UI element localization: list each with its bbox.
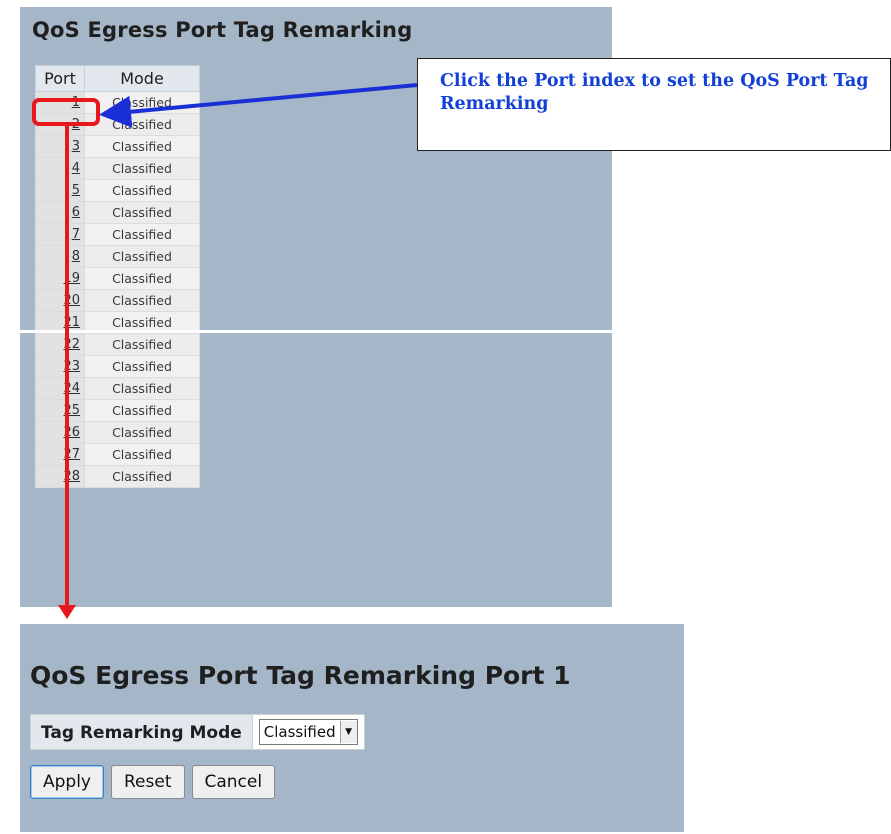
table-row: 5 Classified bbox=[35, 179, 200, 202]
table-row: 26 Classified bbox=[35, 421, 200, 444]
table-row: 19 Classified bbox=[35, 267, 200, 290]
reset-button[interactable]: Reset bbox=[111, 765, 185, 799]
port-cell: 27 bbox=[35, 443, 85, 466]
port-link[interactable]: 23 bbox=[63, 359, 80, 374]
mode-cell: Classified bbox=[84, 465, 200, 488]
port-link[interactable]: 27 bbox=[63, 447, 80, 462]
port-cell: 22 bbox=[35, 333, 85, 356]
page-title: QoS Egress Port Tag Remarking bbox=[32, 18, 413, 42]
table-row: 4 Classified bbox=[35, 157, 200, 180]
port-link[interactable]: 6 bbox=[72, 205, 80, 220]
port-link[interactable]: 4 bbox=[72, 161, 80, 176]
button-row: Apply Reset Cancel bbox=[30, 765, 276, 799]
port-link[interactable]: 21 bbox=[63, 315, 80, 330]
port-mode-table: Port Mode 1 Classified 2 Classified 3 Classif… bbox=[35, 65, 200, 488]
port-link[interactable]: 26 bbox=[63, 425, 80, 440]
port-link[interactable]: 8 bbox=[72, 249, 80, 264]
table-row: 8 Classified bbox=[35, 245, 200, 268]
port-1-detail-panel: QoS Egress Port Tag Remarking Port 1 Tag… bbox=[20, 624, 684, 832]
cut-divider bbox=[20, 330, 612, 333]
tag-remarking-mode-label: Tag Remarking Mode bbox=[30, 714, 253, 750]
mode-cell: Classified bbox=[84, 333, 200, 356]
port-link[interactable]: 20 bbox=[63, 293, 80, 308]
mode-cell: Classified bbox=[84, 113, 200, 136]
port-link[interactable]: 24 bbox=[63, 381, 80, 396]
port-link[interactable]: 5 bbox=[72, 183, 80, 198]
column-header-port: Port bbox=[35, 65, 85, 92]
select-value: Classified bbox=[263, 723, 336, 741]
callout-text: Click the Port index to set the QoS Port… bbox=[440, 71, 869, 114]
port-cell: 20 bbox=[35, 289, 85, 312]
mode-cell: Classified bbox=[84, 443, 200, 466]
mode-cell: Classified bbox=[84, 355, 200, 378]
triangle-down-icon[interactable]: ▼ bbox=[339, 721, 357, 743]
mode-cell: Classified bbox=[84, 289, 200, 312]
table-row: 27 Classified bbox=[35, 443, 200, 466]
apply-button[interactable]: Apply bbox=[30, 765, 104, 799]
table-row: 6 Classified bbox=[35, 201, 200, 224]
table-row: 23 Classified bbox=[35, 355, 200, 378]
mode-cell: Classified bbox=[84, 223, 200, 246]
port-link[interactable]: 28 bbox=[63, 469, 80, 484]
tag-remarking-mode-row: Tag Remarking Mode Classified ▼ bbox=[30, 714, 365, 750]
tag-remarking-mode-select[interactable]: Classified ▼ bbox=[258, 719, 358, 745]
cancel-button[interactable]: Cancel bbox=[191, 765, 276, 799]
table-row: 3 Classified bbox=[35, 135, 200, 158]
port-link[interactable]: 19 bbox=[63, 271, 80, 286]
port-cell: 26 bbox=[35, 421, 85, 444]
column-header-mode: Mode bbox=[84, 65, 200, 92]
mode-cell: Classified bbox=[84, 421, 200, 444]
mode-cell: Classified bbox=[84, 399, 200, 422]
port-link[interactable]: 25 bbox=[63, 403, 80, 418]
port-cell: 24 bbox=[35, 377, 85, 400]
tag-remarking-mode-cell: Classified ▼ bbox=[252, 714, 365, 750]
port-cell: 25 bbox=[35, 399, 85, 422]
table-row: 28 Classified bbox=[35, 465, 200, 488]
annotation-callout: Click the Port index to set the QoS Port… bbox=[417, 58, 891, 151]
port-cell: 28 bbox=[35, 465, 85, 488]
table-row: 7 Classified bbox=[35, 223, 200, 246]
port-cell: 4 bbox=[35, 157, 85, 180]
mode-cell: Classified bbox=[84, 157, 200, 180]
mode-cell: Classified bbox=[84, 179, 200, 202]
table-row: 22 Classified bbox=[35, 333, 200, 356]
mode-cell: Classified bbox=[84, 91, 200, 114]
port-link[interactable]: 3 bbox=[72, 139, 80, 154]
port-cell: 6 bbox=[35, 201, 85, 224]
mode-cell: Classified bbox=[84, 201, 200, 224]
port-cell: 7 bbox=[35, 223, 85, 246]
table-row: 24 Classified bbox=[35, 377, 200, 400]
port-1-highlight bbox=[32, 98, 100, 126]
port-cell: 3 bbox=[35, 135, 85, 158]
mode-cell: Classified bbox=[84, 245, 200, 268]
port-cell: 5 bbox=[35, 179, 85, 202]
table-row: 25 Classified bbox=[35, 399, 200, 422]
port-cell: 19 bbox=[35, 267, 85, 290]
port-link[interactable]: 22 bbox=[63, 337, 80, 352]
table-row: 20 Classified bbox=[35, 289, 200, 312]
port-cell: 8 bbox=[35, 245, 85, 268]
red-arrow-head bbox=[58, 605, 76, 619]
mode-cell: Classified bbox=[84, 135, 200, 158]
mode-cell: Classified bbox=[84, 267, 200, 290]
mode-cell: Classified bbox=[84, 377, 200, 400]
detail-page-title: QoS Egress Port Tag Remarking Port 1 bbox=[30, 661, 571, 690]
port-link[interactable]: 7 bbox=[72, 227, 80, 242]
port-cell: 23 bbox=[35, 355, 85, 378]
